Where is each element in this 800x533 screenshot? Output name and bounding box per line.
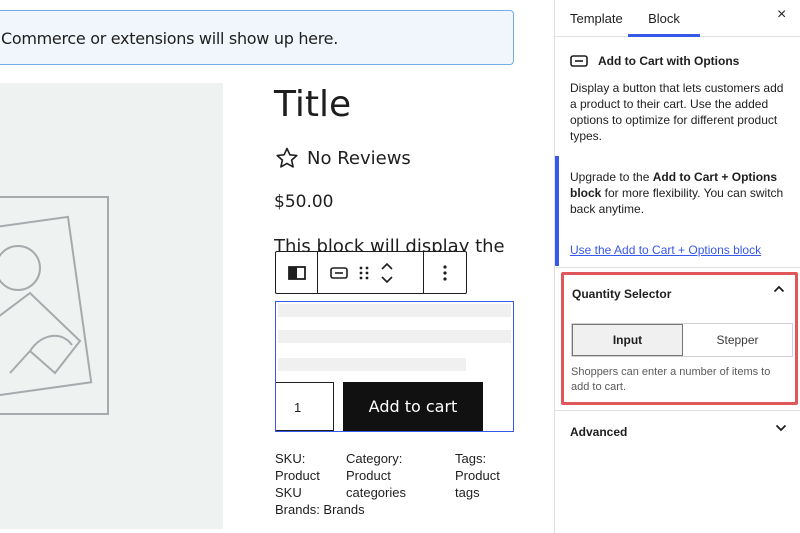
button-block-icon[interactable] bbox=[330, 266, 348, 279]
block-description: Display a button that lets customers add… bbox=[570, 81, 784, 143]
advanced-panel-title[interactable]: Advanced bbox=[570, 425, 627, 439]
placeholder-line bbox=[278, 304, 511, 317]
product-rating[interactable]: No Reviews bbox=[275, 146, 411, 170]
settings-sidebar: Template Block × Add to Cart with Option… bbox=[554, 0, 800, 533]
block-name: Add to Cart with Options bbox=[598, 54, 740, 68]
divider bbox=[555, 410, 800, 411]
divider bbox=[555, 267, 800, 268]
editor-canvas: Commerce or extensions will show up here… bbox=[0, 0, 554, 533]
button-block-icon bbox=[570, 55, 588, 67]
product-image-placeholder[interactable] bbox=[0, 83, 223, 529]
quantity-selector-toggle: Input Stepper bbox=[571, 323, 793, 357]
chevron-down-icon[interactable] bbox=[775, 424, 787, 432]
upgrade-text: Upgrade to the Add to Cart + Options blo… bbox=[570, 169, 794, 217]
toggle-input[interactable]: Input bbox=[572, 324, 683, 356]
more-vertical-icon bbox=[443, 264, 447, 281]
parent-block-icon bbox=[287, 265, 306, 280]
quantity-value: 1 bbox=[294, 400, 302, 415]
add-to-cart-button[interactable]: Add to cart bbox=[343, 382, 483, 431]
more-options-button[interactable] bbox=[424, 251, 467, 294]
quantity-input[interactable]: 1 bbox=[276, 382, 334, 431]
quantity-selector-help: Shoppers can enter a number of items to … bbox=[571, 366, 771, 393]
block-card-title: Add to Cart with Options bbox=[570, 54, 739, 68]
sidebar-tabs: Template Block × bbox=[555, 0, 800, 37]
product-title[interactable]: Title bbox=[274, 84, 351, 125]
quantity-selector-title[interactable]: Quantity Selector bbox=[572, 287, 671, 301]
block-toolbar bbox=[275, 251, 467, 294]
image-placeholder-icon bbox=[0, 196, 109, 415]
product-tags[interactable]: Tags: Product tags bbox=[455, 450, 515, 501]
star-icon bbox=[276, 147, 298, 168]
product-sku[interactable]: SKU: Product SKU bbox=[275, 450, 335, 501]
toggle-stepper[interactable]: Stepper bbox=[683, 324, 792, 356]
tab-block[interactable]: Block bbox=[628, 0, 700, 37]
quantity-selector-panel: Quantity Selector Input Stepper Shoppers… bbox=[561, 272, 798, 405]
block-type-group bbox=[318, 251, 424, 294]
upgrade-text-part: for more flexibility. You can switch bac… bbox=[570, 186, 784, 216]
product-price[interactable]: $50.00 bbox=[274, 192, 333, 212]
notice-banner: Commerce or extensions will show up here… bbox=[0, 10, 514, 65]
product-categories[interactable]: Category: Product categories bbox=[346, 450, 436, 501]
tab-template[interactable]: Template bbox=[570, 0, 623, 37]
notice-text: Commerce or extensions will show up here… bbox=[1, 29, 338, 48]
upgrade-text-part: Upgrade to the bbox=[570, 170, 653, 184]
upgrade-notice: Upgrade to the Add to Cart + Options blo… bbox=[555, 156, 800, 266]
product-brands[interactable]: Brands: Brands bbox=[275, 502, 365, 517]
placeholder-line bbox=[278, 358, 466, 371]
close-icon[interactable]: × bbox=[777, 6, 786, 24]
move-up-down-icon[interactable] bbox=[380, 260, 394, 286]
chevron-up-icon[interactable] bbox=[773, 285, 785, 293]
select-parent-button[interactable] bbox=[275, 251, 318, 294]
placeholder-line bbox=[278, 330, 511, 343]
drag-handle-icon[interactable] bbox=[358, 265, 370, 281]
upgrade-link[interactable]: Use the Add to Cart + Options block bbox=[570, 243, 761, 257]
rating-text: No Reviews bbox=[307, 147, 411, 169]
add-to-cart-block[interactable]: 1 Add to cart bbox=[275, 301, 514, 432]
